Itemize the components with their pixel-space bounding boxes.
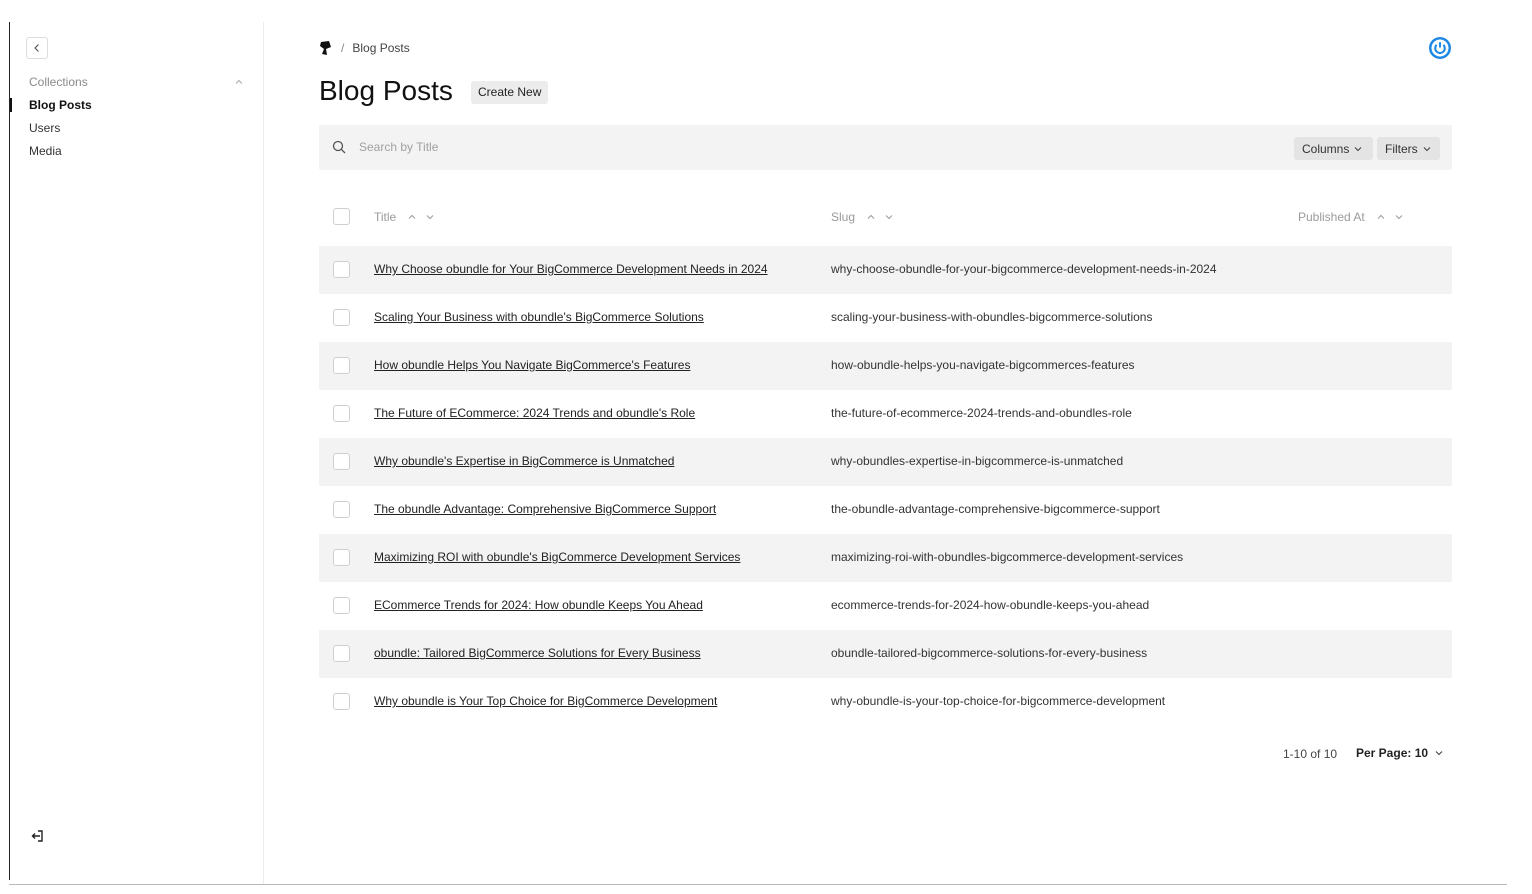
collections-group-label: Collections <box>29 75 88 89</box>
row-title-link[interactable]: Why Choose obundle for Your BigCommerce … <box>374 262 768 276</box>
sidebar-collapse-button[interactable] <box>26 37 48 59</box>
column-header-label: Title <box>374 210 397 224</box>
column-header-label: Slug <box>831 210 856 224</box>
row-checkbox[interactable] <box>333 261 350 278</box>
breadcrumb: / Blog Posts <box>319 40 410 56</box>
row-title-link[interactable]: ECommerce Trends for 2024: How obundle K… <box>374 598 703 612</box>
sort-ascending-button[interactable] <box>1375 211 1387 223</box>
filters-button[interactable]: Filters <box>1377 137 1440 160</box>
create-new-button[interactable]: Create New <box>471 81 549 104</box>
row-slug: ecommerce-trends-for-2024-how-obundle-ke… <box>831 598 1150 612</box>
chevron-down-icon <box>1395 215 1403 220</box>
home-logo-icon[interactable] <box>319 40 333 56</box>
breadcrumb-current: Blog Posts <box>352 41 410 55</box>
sidebar-item-users[interactable]: Users <box>10 119 263 142</box>
chevron-down-icon <box>885 215 893 220</box>
window-frame-bottom <box>9 884 1507 885</box>
row-checkbox[interactable] <box>333 597 350 614</box>
table-row: Why obundle's Expertise in BigCommerce i… <box>319 438 1452 486</box>
chevron-down-icon <box>426 215 434 220</box>
table-row: The Future of ECommerce: 2024 Trends and… <box>319 390 1452 438</box>
table-row: Why obundle is Your Top Choice for BigCo… <box>319 678 1452 726</box>
row-checkbox[interactable] <box>333 309 350 326</box>
search-input[interactable] <box>359 137 1259 157</box>
account-button[interactable] <box>1428 36 1452 60</box>
per-page-label: Per Page: 10 <box>1356 746 1429 760</box>
row-checkbox[interactable] <box>333 645 350 662</box>
sidebar-item-media[interactable]: Media <box>10 142 263 165</box>
table-row: How obundle Helps You Navigate BigCommer… <box>319 342 1452 390</box>
table-header: Title Slug Published At <box>319 200 1452 234</box>
sort-descending-button[interactable] <box>883 211 895 223</box>
power-icon <box>1429 37 1451 59</box>
row-checkbox[interactable] <box>333 357 350 374</box>
row-title-link[interactable]: How obundle Helps You Navigate BigCommer… <box>374 358 690 372</box>
row-title-link[interactable]: obundle: Tailored BigCommerce Solutions … <box>374 646 701 660</box>
collections-group-header[interactable]: Collections <box>29 73 244 91</box>
row-checkbox[interactable] <box>333 405 350 422</box>
row-slug: how-obundle-helps-you-navigate-bigcommer… <box>831 358 1135 372</box>
row-title-link[interactable]: Scaling Your Business with obundle's Big… <box>374 310 704 324</box>
row-checkbox[interactable] <box>333 453 350 470</box>
column-header-published-at: Published At <box>1298 200 1405 234</box>
chevron-down-icon <box>1435 751 1443 756</box>
row-title-link[interactable]: Maximizing ROI with obundle's BigCommerc… <box>374 550 740 564</box>
row-slug: obundle-tailored-bigcommerce-solutions-f… <box>831 646 1148 660</box>
table-row: obundle: Tailored BigCommerce Solutions … <box>319 630 1452 678</box>
row-slug: the-future-of-ecommerce-2024-trends-and-… <box>831 406 1132 420</box>
search-icon <box>332 140 346 154</box>
chevron-up-icon <box>235 79 243 84</box>
page-title: Blog Posts <box>319 75 453 106</box>
sort-ascending-button[interactable] <box>865 211 877 223</box>
chevron-up-icon <box>1377 214 1385 219</box>
sort-descending-button[interactable] <box>1393 211 1405 223</box>
row-title-link[interactable]: The obundle Advantage: Comprehensive Big… <box>374 502 716 516</box>
column-header-slug: Slug <box>831 200 895 234</box>
sort-ascending-button[interactable] <box>406 211 418 223</box>
row-checkbox[interactable] <box>333 549 350 566</box>
sort-descending-button[interactable] <box>424 211 436 223</box>
column-header-title: Title <box>374 200 436 234</box>
filters-label: Filters <box>1385 141 1418 156</box>
row-title-link[interactable]: The Future of ECommerce: 2024 Trends and… <box>374 406 695 420</box>
row-slug: why-obundles-expertise-in-bigcommerce-is… <box>831 454 1124 468</box>
chevron-up-icon <box>867 214 875 219</box>
sidebar-item-blog-posts[interactable]: Blog Posts <box>10 96 263 119</box>
row-slug: scaling-your-business-with-obundles-bigc… <box>831 310 1153 324</box>
chevron-up-icon <box>408 214 416 219</box>
columns-button[interactable]: Columns <box>1294 137 1373 160</box>
table-row: Why Choose obundle for Your BigCommerce … <box>319 246 1452 294</box>
row-slug: why-obundle-is-your-top-choice-for-bigco… <box>831 694 1166 708</box>
table-row: Scaling Your Business with obundle's Big… <box>319 294 1452 342</box>
table-row: Maximizing ROI with obundle's BigCommerc… <box>319 534 1452 582</box>
collections-nav: Blog Posts Users Media <box>10 96 263 165</box>
row-checkbox[interactable] <box>333 501 350 518</box>
table-row: ECommerce Trends for 2024: How obundle K… <box>319 582 1452 630</box>
row-title-link[interactable]: Why obundle is Your Top Choice for BigCo… <box>374 694 717 708</box>
sidebar: Collections Blog Posts Users Media <box>10 22 264 884</box>
per-page-select[interactable]: Per Page: 10 <box>1356 743 1444 763</box>
pagination-range: 1-10 of 10 <box>1283 747 1338 761</box>
row-slug: why-choose-obundle-for-your-bigcommerce-… <box>831 262 1217 276</box>
row-slug: maximizing-roi-with-obundles-bigcommerce… <box>831 550 1184 564</box>
search-bar: Columns Filters <box>319 125 1452 170</box>
logout-icon <box>31 830 43 842</box>
logout-button[interactable] <box>30 828 46 844</box>
chevron-down-icon <box>1423 146 1431 151</box>
row-checkbox[interactable] <box>333 693 350 710</box>
select-all-checkbox[interactable] <box>333 208 350 225</box>
table-row: The obundle Advantage: Comprehensive Big… <box>319 486 1452 534</box>
column-header-label: Published At <box>1298 210 1365 224</box>
row-title-link[interactable]: Why obundle's Expertise in BigCommerce i… <box>374 454 674 468</box>
breadcrumb-separator: / <box>341 41 345 55</box>
chevron-left-icon <box>34 44 39 52</box>
row-slug: the-obundle-advantage-comprehensive-bigc… <box>831 502 1160 516</box>
chevron-down-icon <box>1354 146 1362 151</box>
columns-label: Columns <box>1302 141 1350 156</box>
